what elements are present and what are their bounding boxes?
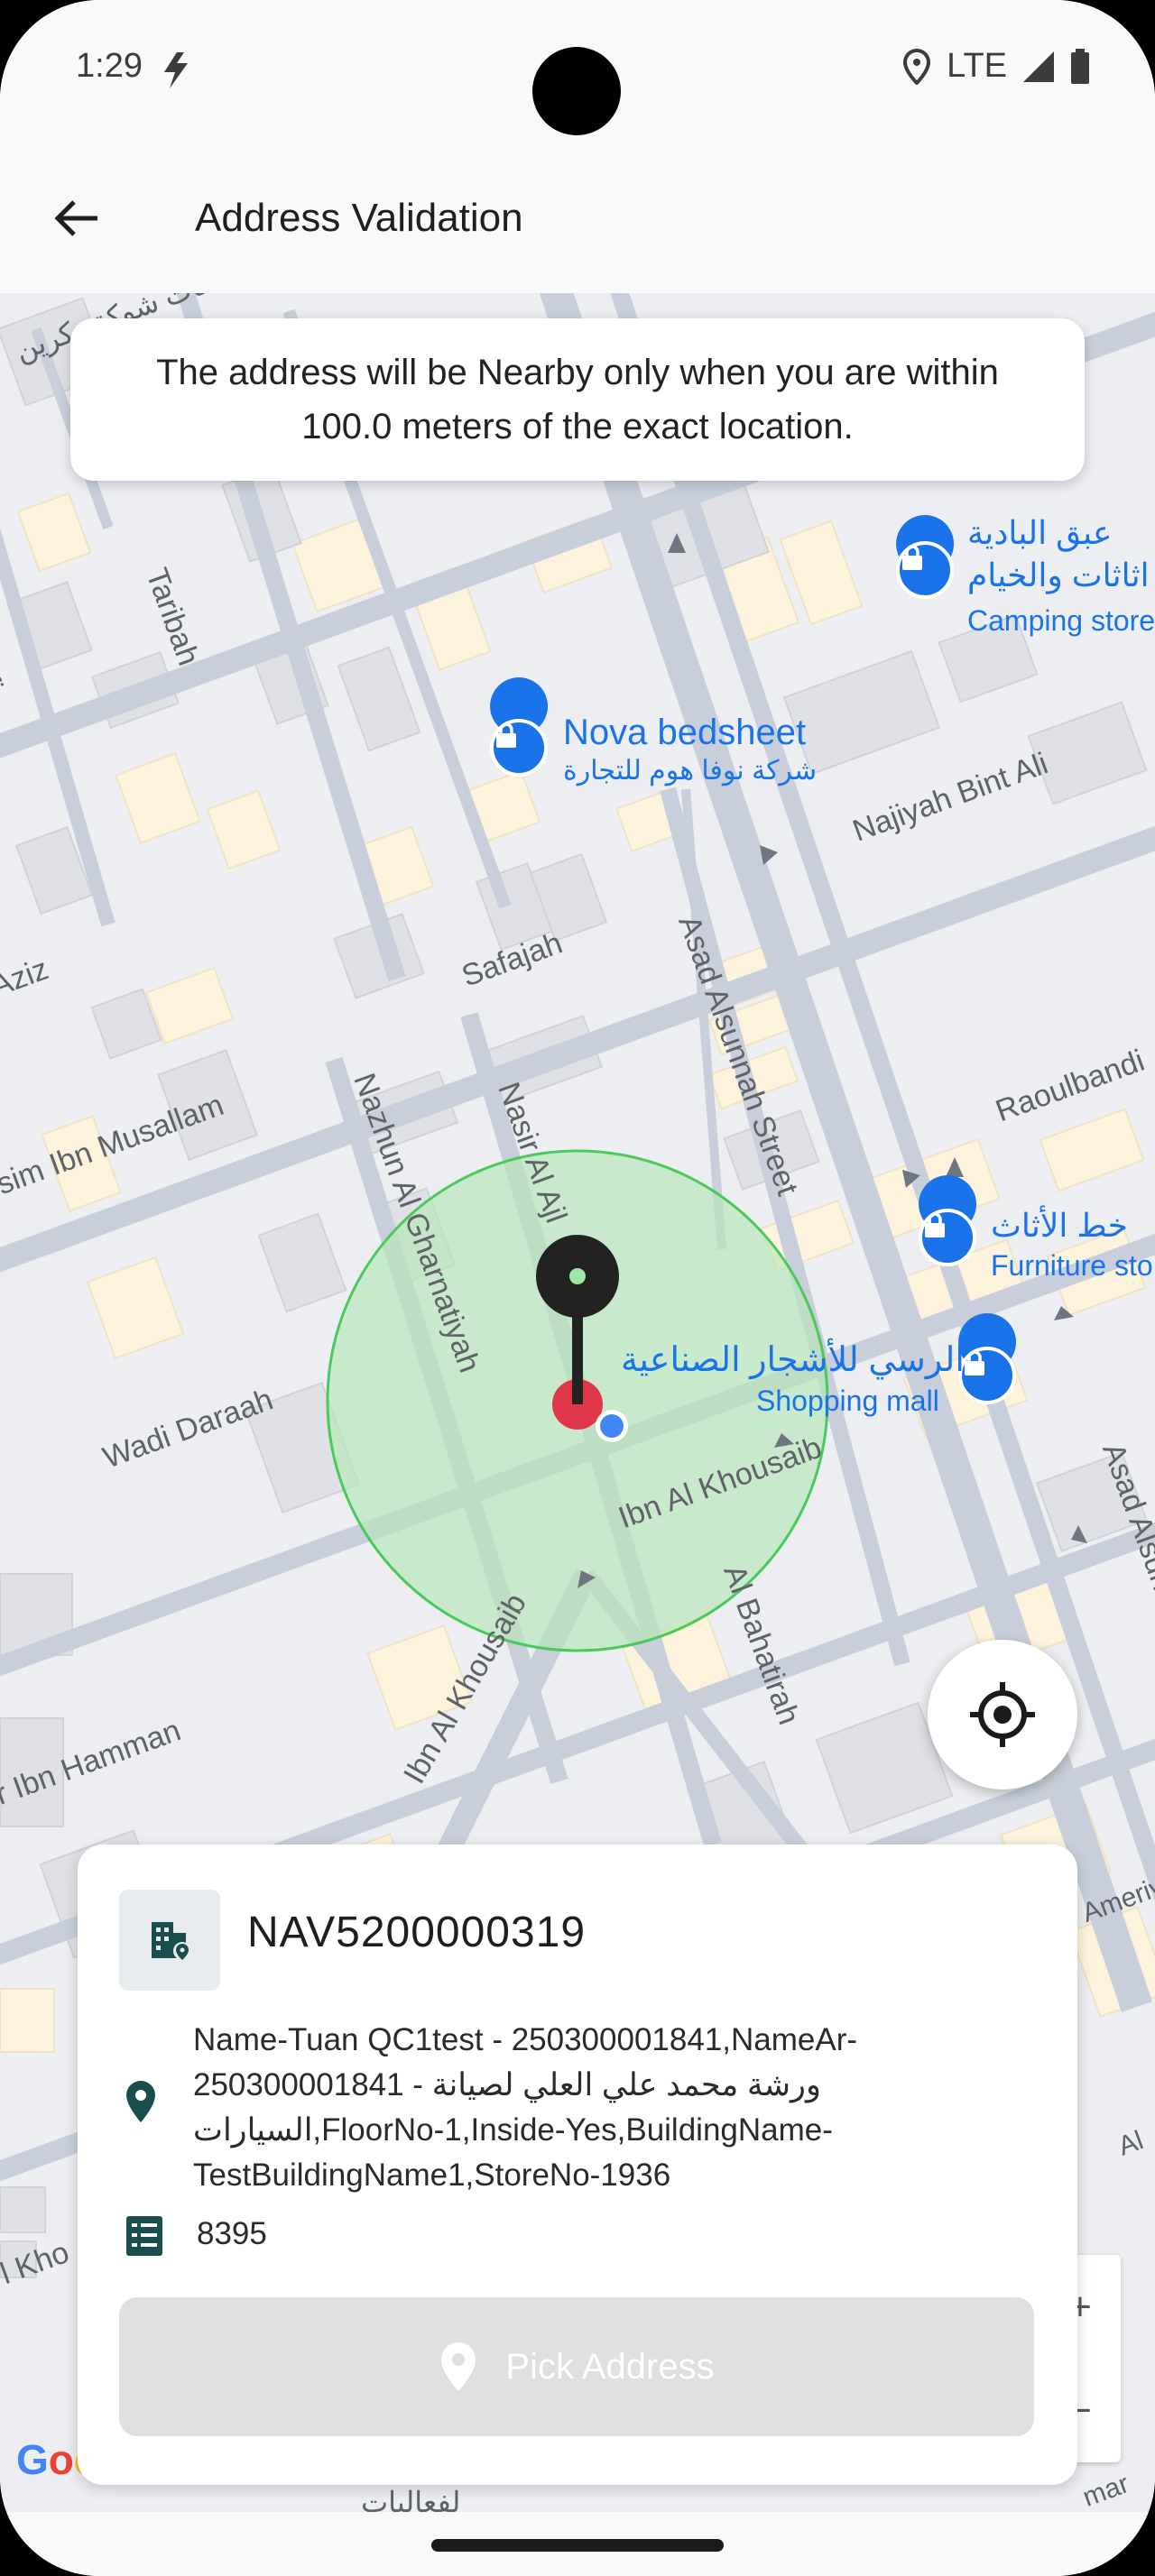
phone-screen: Nova bedsheet شركة نوفا هوم للتجارة عبق … <box>0 0 1155 2576</box>
back-button[interactable] <box>47 189 105 247</box>
shopping-place-icon[interactable] <box>958 1347 1016 1404</box>
lock-icon <box>965 1350 984 1375</box>
distance-info-banner: The address will be Nearby only when you… <box>70 318 1085 481</box>
home-gesture-pill[interactable] <box>431 2539 724 2552</box>
place-sublabel: Furniture sto <box>991 1249 1153 1282</box>
place-label[interactable]: خط الأثاث <box>991 1207 1128 1245</box>
shopping-place-icon[interactable] <box>490 719 548 777</box>
place-label[interactable]: عبق البادية <box>967 514 1113 552</box>
app-bar: Address Validation <box>0 144 1155 293</box>
banner-text: The address will be Nearby only when you… <box>156 353 999 446</box>
place-sublabel: شركة نوفا هوم للتجارة <box>563 756 818 786</box>
address-card: NAV5200000319 Name-Tuan QC1test - 250300… <box>78 1845 1077 2485</box>
my-location-button[interactable] <box>928 1640 1077 1789</box>
network-type: LTE <box>947 47 1007 85</box>
signal-icon <box>1023 51 1054 82</box>
building-location-icon <box>152 1922 191 1960</box>
lock-icon <box>496 722 516 748</box>
system-nav-bar <box>0 2512 1155 2576</box>
lock-icon <box>902 545 922 570</box>
lock-icon <box>925 1212 945 1237</box>
address-text: Name-Tuan QC1test - 250300001841,NameAr-… <box>193 2022 858 2193</box>
pick-address-label: Pick Address <box>505 2346 715 2387</box>
place-sublabel: Shopping mall <box>756 1385 939 1417</box>
place-sublabel: Camping store <box>967 604 1155 637</box>
status-time: 1:29 <box>76 47 143 85</box>
crosshair-icon <box>970 1682 1035 1747</box>
place-label: اثاثات والخيام <box>967 557 1150 593</box>
building-icon-box <box>119 1890 220 1991</box>
document-list-icon <box>125 2214 164 2262</box>
place-label[interactable]: الرسي للأشجار الصناعية <box>621 1339 965 1380</box>
place-label[interactable]: Nova bedsheet <box>563 713 806 753</box>
page-title: Address Validation <box>195 196 523 240</box>
count-value: 8395 <box>197 2216 267 2251</box>
shopping-place-icon[interactable] <box>896 541 954 599</box>
camera-cutout <box>532 47 621 135</box>
street-label: لفعاليات <box>361 2486 461 2512</box>
pin-icon <box>441 2342 476 2391</box>
address-code: NAV5200000319 <box>247 1909 587 1956</box>
location-status-icon <box>903 48 931 85</box>
battery-icon <box>1071 48 1089 84</box>
flash-icon <box>161 51 197 95</box>
location-pin-icon <box>123 2079 159 2129</box>
status-bar: 1:29 LTE <box>0 0 1155 144</box>
arrow-back-icon <box>54 200 97 236</box>
shopping-place-icon[interactable] <box>919 1209 976 1266</box>
pick-address-button[interactable]: Pick Address <box>119 2297 1034 2436</box>
